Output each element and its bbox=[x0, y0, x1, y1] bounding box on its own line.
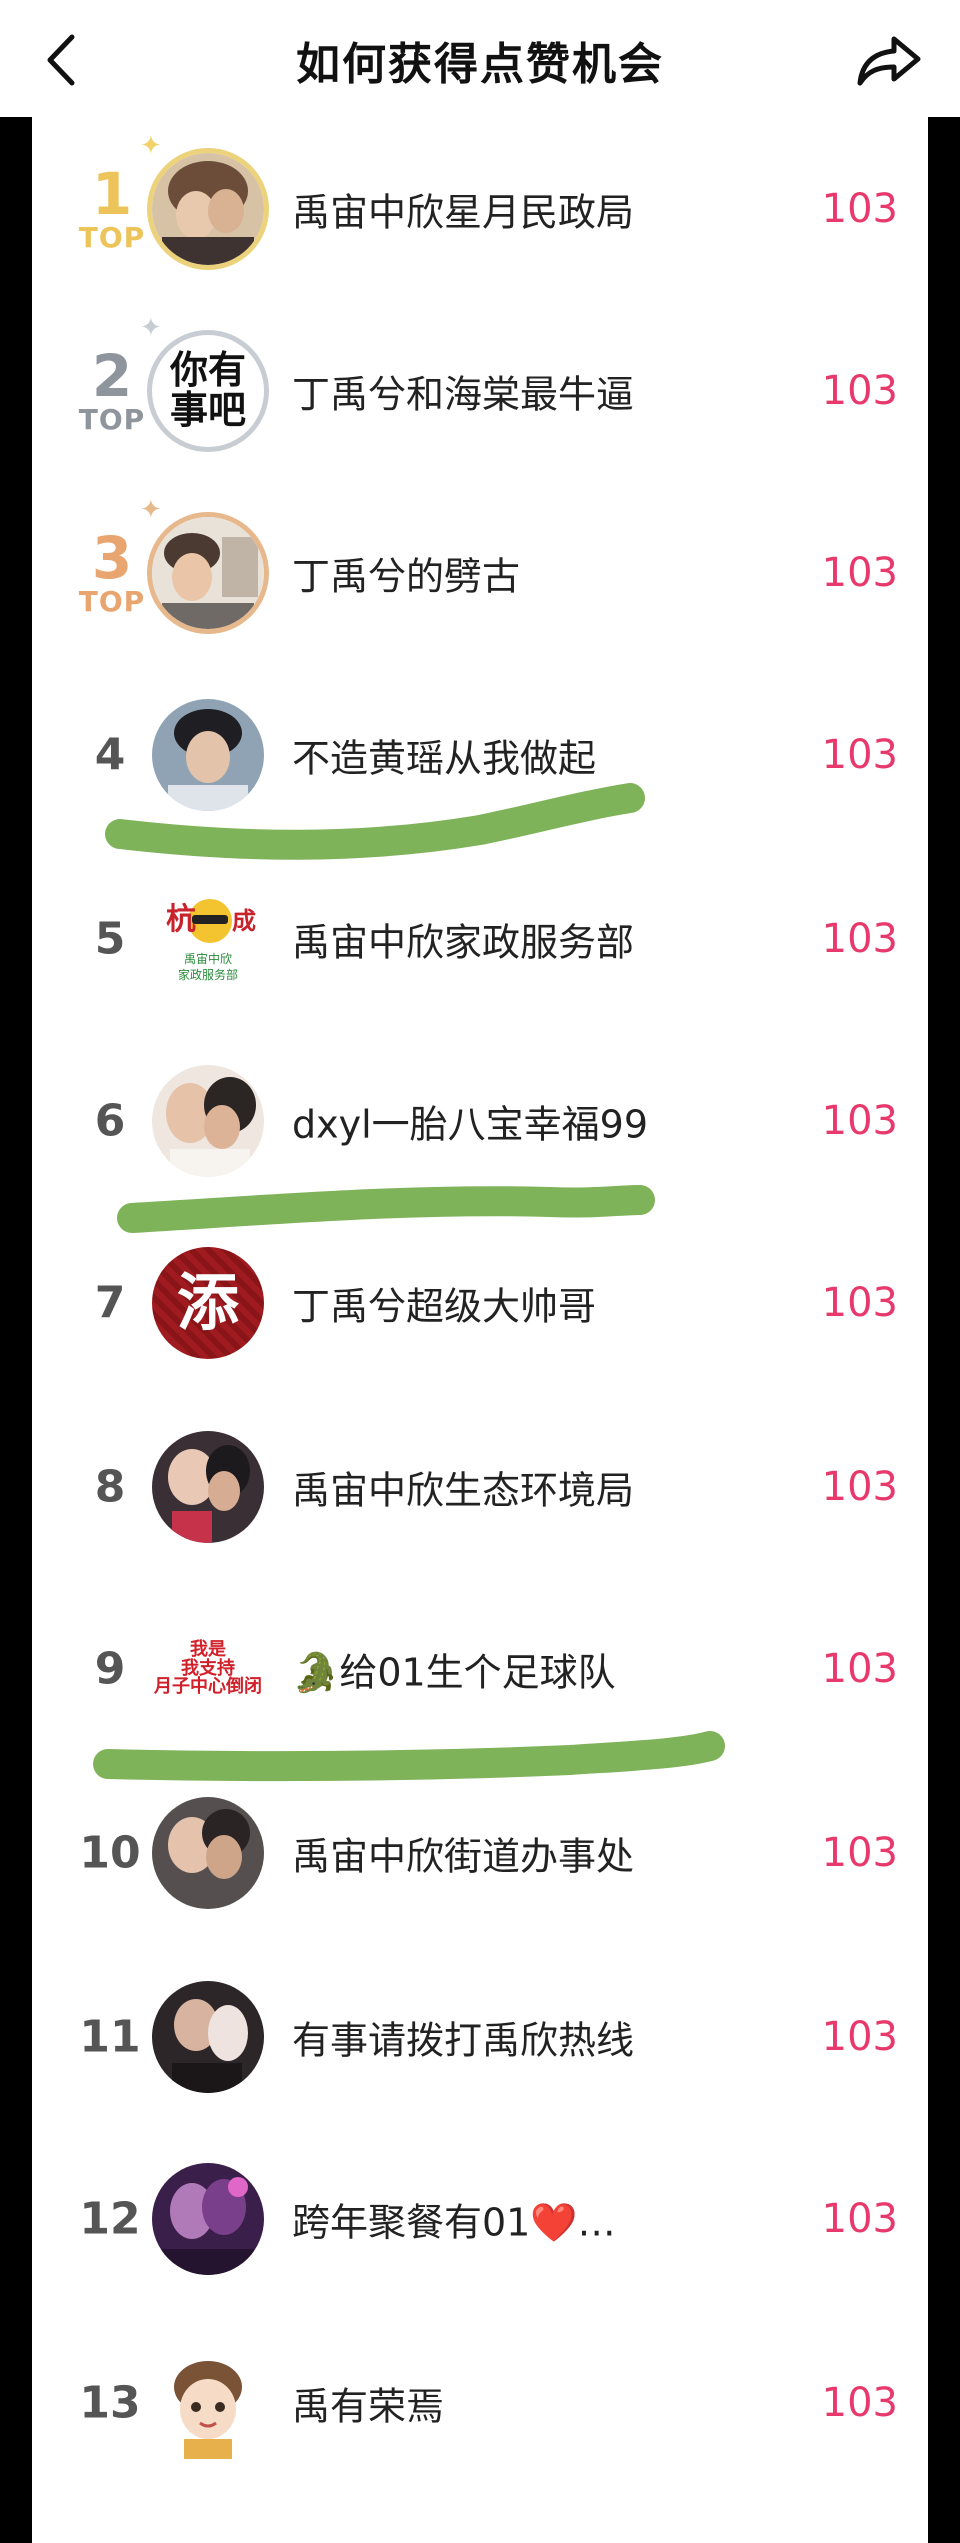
like-count: 103 bbox=[821, 2380, 898, 2426]
like-count: 103 bbox=[821, 916, 898, 962]
rank-badge-gold: 1 TOP bbox=[78, 160, 146, 254]
avatar[interactable] bbox=[152, 1797, 264, 1909]
rank-number: 13 bbox=[79, 2377, 141, 2429]
avatar[interactable] bbox=[152, 1431, 264, 1543]
user-name[interactable]: 跨年聚餐有01❤️… bbox=[292, 2192, 616, 2247]
like-count: 103 bbox=[821, 550, 898, 596]
rank-badge-bronze: 3 TOP bbox=[78, 524, 146, 618]
like-count: 103 bbox=[821, 1646, 898, 1692]
user-name[interactable]: 禹宙中欣星月民政局 bbox=[292, 182, 634, 237]
user-name[interactable]: 丁禹兮超级大帅哥 bbox=[292, 1276, 596, 1331]
list-item[interactable]: 1 TOP ✦ 禹宙中欣星月民政局 103 bbox=[32, 117, 928, 301]
list-item[interactable]: 2 TOP ✦ 你有 事吧 丁禹兮和海棠最牛逼 103 bbox=[32, 299, 928, 483]
sparkle-icon: ✦ bbox=[140, 495, 162, 525]
avatar[interactable]: 你有 事吧 bbox=[152, 335, 264, 447]
user-name[interactable]: 🐊给01生个足球队 bbox=[292, 1642, 616, 1697]
rank-number: 8 bbox=[94, 1461, 126, 1513]
rank-number: 6 bbox=[94, 1095, 126, 1147]
rank-badge-silver: 2 TOP bbox=[78, 342, 146, 436]
avatar[interactable] bbox=[152, 153, 264, 265]
page-title: 如何获得点赞机会 bbox=[296, 39, 664, 90]
share-button[interactable] bbox=[854, 30, 924, 90]
sparkle-icon: ✦ bbox=[140, 131, 162, 161]
like-count: 103 bbox=[821, 1830, 898, 1876]
list-item[interactable]: 11 有事请拨打禹欣热线 103 bbox=[32, 1945, 928, 2129]
user-name[interactable]: 丁禹兮的劈古 bbox=[292, 546, 520, 601]
like-count: 103 bbox=[821, 368, 898, 414]
list-item[interactable]: 9 我是 我支持 月子中心倒闭 🐊给01生个足球队 103 bbox=[32, 1577, 928, 1761]
user-name[interactable]: 禹宙中欣街道办事处 bbox=[292, 1826, 634, 1881]
list-item[interactable]: 4 不造黄瑶从我做起 103 bbox=[32, 663, 928, 847]
avatar[interactable] bbox=[152, 2347, 264, 2459]
list-item[interactable]: 6 dxyl一胎八宝幸福99 103 bbox=[32, 1029, 928, 1213]
leaderboard-list: 1 TOP ✦ 禹宙中欣星月民政局 103 2 TOP ✦ 你有 事吧 丁禹兮和… bbox=[32, 117, 928, 2543]
avatar[interactable] bbox=[152, 517, 264, 629]
user-name[interactable]: 有事请拨打禹欣热线 bbox=[292, 2010, 634, 2065]
top-navigation-bar: 如何获得点赞机会 bbox=[0, 0, 960, 117]
rank-number: 5 bbox=[94, 913, 126, 965]
svg-text:家政服务部: 家政服务部 bbox=[178, 967, 238, 982]
like-count: 103 bbox=[821, 2014, 898, 2060]
like-count: 103 bbox=[821, 1280, 898, 1326]
rank-number: 7 bbox=[94, 1277, 126, 1329]
user-name[interactable]: dxyl一胎八宝幸福99 bbox=[292, 1094, 648, 1149]
user-name[interactable]: 不造黄瑶从我做起 bbox=[292, 728, 596, 783]
like-count: 103 bbox=[821, 732, 898, 778]
avatar[interactable]: 添 bbox=[152, 1247, 264, 1359]
list-item[interactable]: 8 禹宙中欣生态环境局 103 bbox=[32, 1395, 928, 1579]
list-item[interactable]: 12 跨年聚餐有01❤️… 103 bbox=[32, 2127, 928, 2311]
svg-text:禹宙中欣: 禹宙中欣 bbox=[184, 951, 232, 966]
share-arrow-icon bbox=[857, 36, 921, 86]
svg-text:杭: 杭 bbox=[166, 902, 196, 937]
user-name[interactable]: 禹有荣焉 bbox=[292, 2376, 444, 2431]
rank-number: 10 bbox=[79, 1827, 141, 1879]
avatar[interactable]: 我是 我支持 月子中心倒闭 bbox=[152, 1613, 264, 1725]
user-name[interactable]: 禹宙中欣生态环境局 bbox=[292, 1460, 634, 1515]
avatar[interactable] bbox=[152, 699, 264, 811]
user-name[interactable]: 禹宙中欣家政服务部 bbox=[292, 912, 634, 967]
list-item[interactable]: 5 杭 成 禹宙中欣 家政服务部 禹宙中欣家政服务部 103 bbox=[32, 847, 928, 1031]
rank-number: 12 bbox=[79, 2193, 141, 2245]
like-count: 103 bbox=[821, 186, 898, 232]
rank-number: 4 bbox=[94, 729, 126, 781]
rank-number: 11 bbox=[79, 2011, 141, 2063]
avatar[interactable] bbox=[152, 2163, 264, 2275]
rank-number: 9 bbox=[94, 1643, 126, 1695]
avatar[interactable] bbox=[152, 1981, 264, 2093]
like-count: 103 bbox=[821, 1464, 898, 1510]
avatar[interactable]: 杭 成 禹宙中欣 家政服务部 bbox=[152, 883, 264, 995]
app-screen: 如何获得点赞机会 1 TOP ✦ 禹宙中欣星月民政局 103 2 TOP ✦ 你… bbox=[0, 0, 960, 2543]
list-item[interactable]: 7 添 丁禹兮超级大帅哥 103 bbox=[32, 1211, 928, 1395]
user-name[interactable]: 丁禹兮和海棠最牛逼 bbox=[292, 364, 634, 419]
sparkle-icon: ✦ bbox=[140, 313, 162, 343]
list-item[interactable]: 10 禹宙中欣街道办事处 103 bbox=[32, 1761, 928, 1945]
like-count: 103 bbox=[821, 1098, 898, 1144]
list-item[interactable]: 13 禹有荣焉 103 bbox=[32, 2311, 928, 2495]
list-item[interactable]: 3 TOP ✦ 丁禹兮的劈古 103 bbox=[32, 481, 928, 665]
svg-text:成: 成 bbox=[232, 907, 256, 935]
like-count: 103 bbox=[821, 2196, 898, 2242]
avatar[interactable] bbox=[152, 1065, 264, 1177]
